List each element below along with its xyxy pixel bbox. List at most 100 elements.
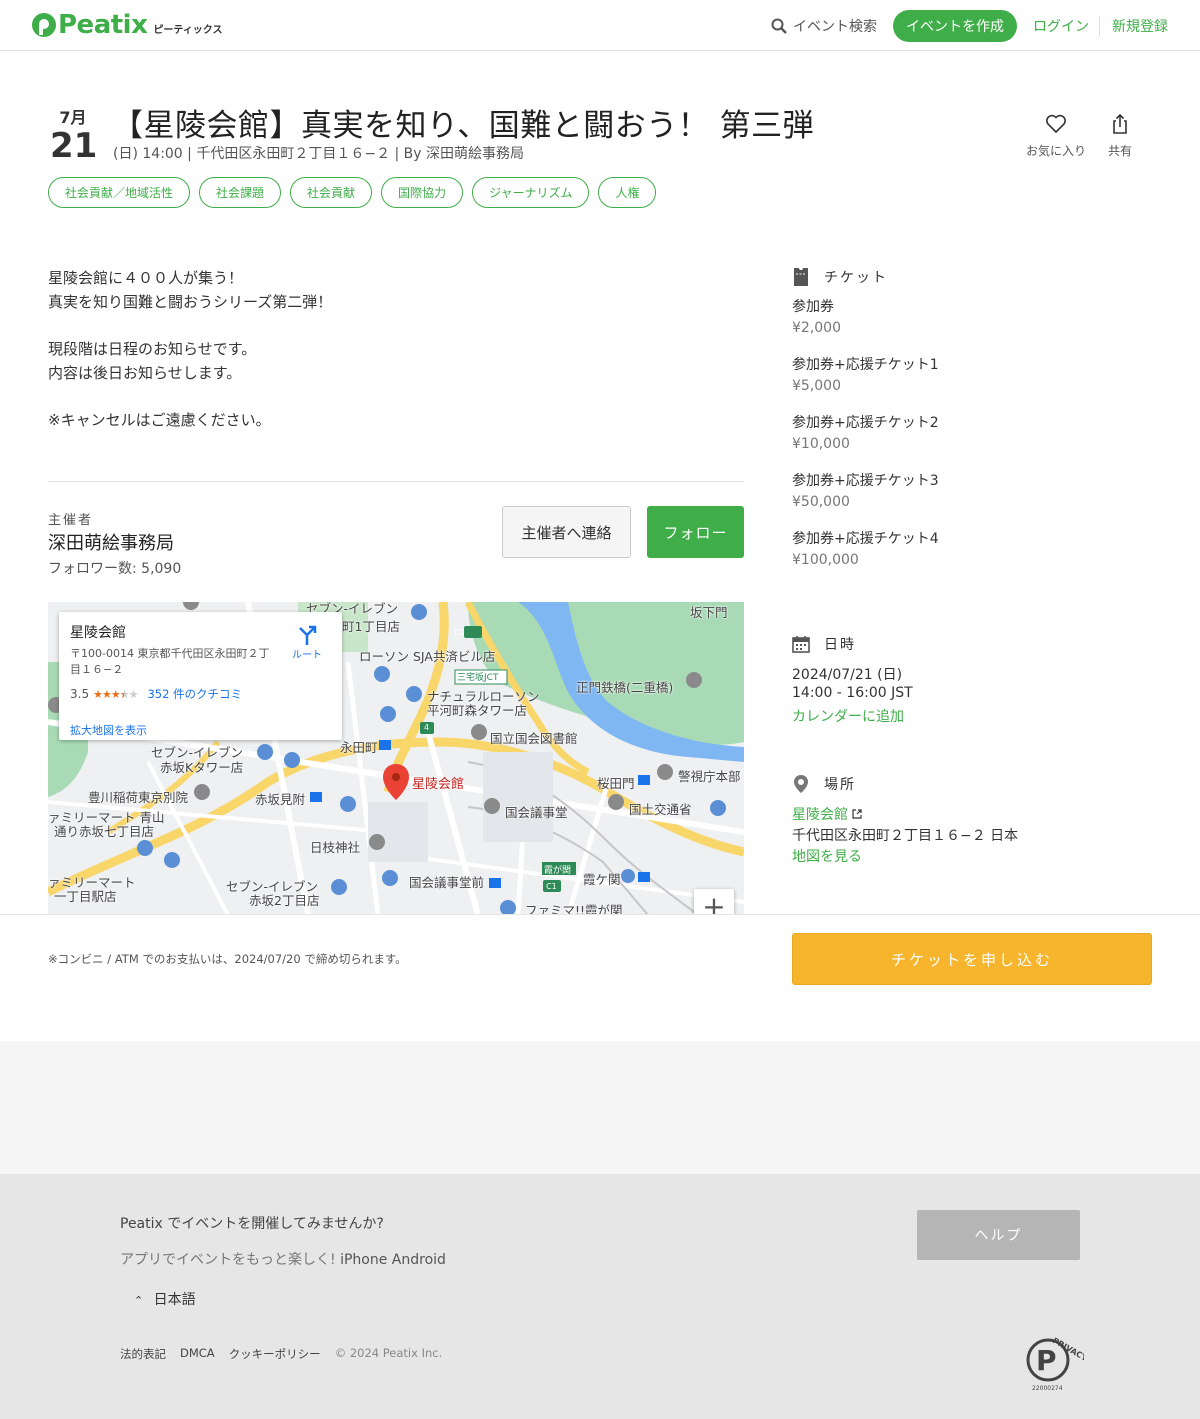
event-title: 【星陵会館】真実を知り、国難と闘おう！ 第三弾 xyxy=(112,108,815,144)
ticket-item: 参加券+応援チケット2 ¥10,000 xyxy=(792,413,939,471)
peatix-logo-icon xyxy=(32,13,56,37)
tag[interactable]: 国際協力 xyxy=(381,177,464,208)
map-label: 国立国会図書館 xyxy=(490,731,578,746)
place-heading-label: 場所 xyxy=(824,777,856,793)
apply-ticket-button[interactable]: チケットを申し込む xyxy=(792,933,1152,985)
event-search-link[interactable]: イベント検索 xyxy=(771,16,877,36)
tag[interactable]: 社会貢献／地域活性 xyxy=(48,177,191,208)
venue-link[interactable]: 星陵会館 xyxy=(792,804,863,824)
calendar-icon xyxy=(792,636,810,653)
search-icon xyxy=(771,18,787,34)
create-event-button[interactable]: イベントを作成 xyxy=(893,10,1017,42)
map-label: 霞ケ関 xyxy=(583,872,621,887)
map-label: ローソン SJA共済ビル店 xyxy=(359,649,496,664)
iphone-app-link[interactable]: iPhone xyxy=(340,1252,387,1268)
map-label: 国会議事堂 xyxy=(505,805,568,820)
purchase-bar: ※コンビニ / ATM でのお支払いは、2024/07/20 で締め切られます。… xyxy=(0,914,1200,1040)
help-button[interactable]: ヘルプ xyxy=(917,1210,1080,1260)
share-label: 共有 xyxy=(1107,144,1132,158)
tag[interactable]: 社会課題 xyxy=(199,177,282,208)
host-event-link[interactable]: Peatix でイベントを開催してみませんか? xyxy=(120,1213,384,1233)
ticket-item: 参加券+応援チケット1 ¥5,000 xyxy=(792,355,939,413)
ticket-name: 参加券+応援チケット4 xyxy=(792,531,939,547)
event-meta: (日) 14:00 | 千代田区永田町２丁目１６−２ | By 深田萌絵事務局 xyxy=(113,146,525,162)
external-link-icon xyxy=(852,809,863,819)
map-label: 一丁目駅店 xyxy=(54,889,117,904)
map-label: 赤坂Kタワー店 xyxy=(160,760,244,775)
map-label: 警視庁本部 xyxy=(678,769,741,784)
spacer-band xyxy=(0,1041,1200,1174)
event-date: 2024/07/21 (日) xyxy=(792,667,903,683)
signup-link[interactable]: 新規登録 xyxy=(1112,16,1168,36)
ticket-price: ¥10,000 xyxy=(792,436,850,452)
language-selector[interactable]: ⌃ 日本語 xyxy=(134,1289,196,1309)
map-label: 平河町森タワー店 xyxy=(427,703,528,718)
favorite-label: お気に入り xyxy=(1025,144,1086,158)
map-label: 国土交通省 xyxy=(629,802,692,817)
contact-organizer-button[interactable]: 主催者へ連絡 xyxy=(502,506,631,558)
place-name: 星陵会館 xyxy=(70,625,126,641)
footer-links: 法的表記 DMCA クッキーポリシー © 2024 Peatix Inc. xyxy=(120,1346,456,1362)
view-map-link[interactable]: 地図を見る xyxy=(792,846,862,866)
logo-text: Peatix xyxy=(58,10,148,40)
ticket-icon xyxy=(794,268,808,286)
peatix-logo[interactable]: Peatix ピーティックス xyxy=(32,10,222,40)
svg-text:P: P xyxy=(1036,1344,1057,1377)
site-header: Peatix ピーティックス イベント検索 イベントを作成 ログイン 新規登録 xyxy=(0,0,1200,51)
ticket-heading-label: チケット xyxy=(824,270,888,286)
tag[interactable]: 人権 xyxy=(598,177,657,208)
place-heading: 場所 xyxy=(792,774,856,794)
share-icon xyxy=(1113,113,1127,134)
ticket-item: 参加券+応援チケット3 ¥50,000 xyxy=(792,471,939,529)
dmca-link[interactable]: DMCA xyxy=(180,1346,215,1362)
description-line: 真実を知り国難と闘おうシリーズ第二弾！ xyxy=(48,292,333,311)
rating-stars-icon: ★★★★★★ xyxy=(93,687,138,701)
ticket-name: 参加券+応援チケット1 xyxy=(792,357,939,373)
map-label-c1: C1 xyxy=(546,882,557,891)
chevron-up-icon: ⌃ xyxy=(134,1294,144,1307)
ticket-heading: チケット xyxy=(792,267,888,287)
directions-button[interactable]: ルート xyxy=(287,624,327,661)
map-label: 永田町 xyxy=(340,740,378,755)
map-label: 町1丁目店 xyxy=(342,619,400,634)
android-app-link[interactable]: Android xyxy=(392,1252,446,1268)
directions-icon xyxy=(299,625,317,645)
event-tags: 社会貢献／地域活性 社会課題 社会貢献 国際協力 ジャーナリズム 人権 xyxy=(48,177,665,208)
venue-address: 千代田区永田町２丁目１６−２ 日本 xyxy=(792,828,1019,844)
header-nav: イベント検索 イベントを作成 ログイン 新規登録 xyxy=(771,10,1168,42)
map-label: 三宅坂JCT xyxy=(457,673,499,683)
rating-value: 3.5 xyxy=(70,687,90,701)
tag[interactable]: 社会貢献 xyxy=(290,177,373,208)
cookie-policy-link[interactable]: クッキーポリシー xyxy=(229,1346,321,1362)
organizer-followers: フォロワー数: 5,090 xyxy=(48,561,182,577)
ticket-price: ¥2,000 xyxy=(792,320,841,336)
place-info-card: 星陵会館 〒100-0014 東京都千代田区永田町２丁目１６−２ 3.5 ★★★… xyxy=(59,612,342,740)
app-promo: アプリでイベントをもっと楽しく! iPhone Android xyxy=(120,1249,446,1269)
follow-button[interactable]: フォロー xyxy=(647,506,744,558)
venue-map[interactable]: C1 4 C1 セブン-イレブン 町1丁目店 ローソン SJA共済ビル店 坂下門… xyxy=(48,602,744,915)
login-link[interactable]: ログイン xyxy=(1033,16,1100,36)
share-button[interactable]: 共有 xyxy=(1092,112,1148,159)
description-line: 内容は後日お知らせします。 xyxy=(48,363,242,382)
ticket-item: 参加券+応援チケット4 ¥100,000 xyxy=(792,529,939,587)
tag[interactable]: ジャーナリズム xyxy=(472,177,590,208)
site-footer: Peatix でイベントを開催してみませんか? アプリでイベントをもっと楽しく!… xyxy=(0,1174,1200,1419)
privacy-mark-logo: P PRIVACY 22000274 xyxy=(1026,1336,1084,1392)
event-date-badge: 7月 21 xyxy=(50,104,97,164)
add-to-calendar-link[interactable]: カレンダーに追加 xyxy=(792,706,904,726)
map-label: 正門鉄橋(二重橋) xyxy=(576,680,674,695)
map-label-route4: 4 xyxy=(424,723,430,732)
enlarge-map-link[interactable]: 拡大地図を表示 xyxy=(70,722,147,738)
reviews-link[interactable]: 352 件のクチコミ xyxy=(147,686,242,702)
section-divider xyxy=(48,481,744,482)
map-label: 坂下門 xyxy=(690,605,728,620)
description-line: ※キャンセルはご遠慮ください。 xyxy=(48,411,271,429)
map-label-venue: 星陵会館 xyxy=(412,777,465,792)
event-time: 14:00 - 16:00 JST xyxy=(792,685,913,701)
organizer-name[interactable]: 深田萌絵事務局 xyxy=(48,529,174,555)
ticket-price: ¥100,000 xyxy=(792,552,859,568)
legal-link[interactable]: 法的表記 xyxy=(120,1346,166,1362)
ticket-list: 参加券 ¥2,000 参加券+応援チケット1 ¥5,000 参加券+応援チケット2 ¥… xyxy=(792,297,939,587)
zoom-in-button[interactable]: + xyxy=(694,889,734,915)
favorite-button[interactable]: お気に入り xyxy=(1020,112,1092,159)
